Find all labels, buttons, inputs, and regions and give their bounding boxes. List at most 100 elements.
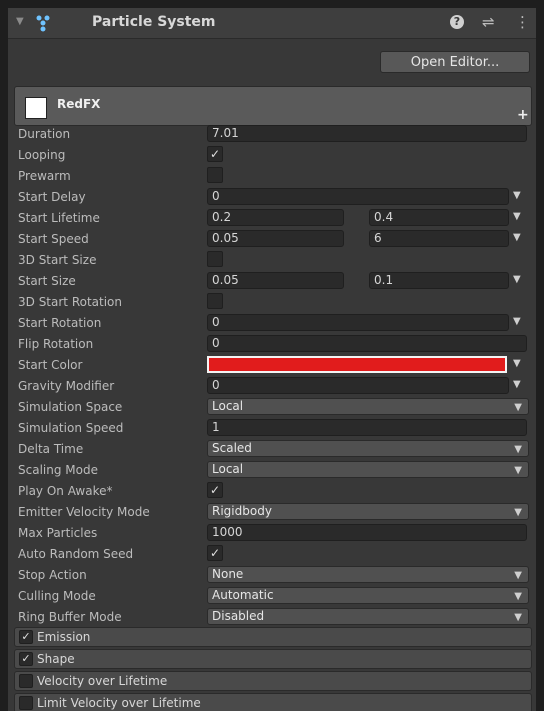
row-looping: Looping ✓ — [8, 145, 536, 165]
row-gravity-modifier: Gravity Modifier 0 ▼ — [8, 376, 536, 396]
row-start-color: Start Color ▼ — [8, 355, 536, 375]
looping-checkbox[interactable]: ✓ — [207, 146, 223, 162]
module-swatch — [25, 97, 47, 119]
3d-start-rotation-checkbox[interactable] — [207, 293, 223, 309]
curve-dropdown-icon[interactable]: ▼ — [513, 190, 521, 201]
start-lifetime-min[interactable]: 0.2 — [207, 209, 344, 226]
start-color-swatch[interactable] — [207, 356, 507, 373]
dropdown-value: None — [212, 567, 244, 581]
start-speed-min[interactable]: 0.05 — [207, 230, 344, 247]
row-scaling-mode: Scaling Mode Local ▼ — [8, 460, 536, 480]
3d-start-size-checkbox[interactable] — [207, 251, 223, 267]
row-max-particles: Max Particles 1000 — [8, 523, 536, 543]
dropdown-value: Scaled — [212, 441, 252, 455]
chevron-down-icon: ▼ — [514, 591, 522, 602]
curve-dropdown-icon[interactable]: ▼ — [513, 379, 521, 390]
label: Prewarm — [18, 169, 71, 183]
chevron-down-icon: ▼ — [514, 402, 522, 413]
module-label: Shape — [37, 652, 75, 666]
row-simulation-space: Simulation Space Local ▼ — [8, 397, 536, 417]
curve-dropdown-icon[interactable]: ▼ — [513, 274, 521, 285]
module-enable-checkbox[interactable]: ✓ — [19, 630, 33, 644]
max-particles-field[interactable]: 1000 — [207, 524, 527, 541]
row-start-delay: Start Delay 0 ▼ — [8, 187, 536, 207]
curve-dropdown-icon[interactable]: ▼ — [513, 211, 521, 222]
particle-system-icon — [36, 15, 50, 32]
curve-dropdown-icon[interactable]: ▼ — [513, 232, 521, 243]
label: Start Lifetime — [18, 211, 100, 225]
row-ring-buffer-mode: Ring Buffer Mode Disabled ▼ — [8, 607, 536, 627]
start-size-max[interactable]: 0.1 — [369, 272, 509, 289]
label: Start Delay — [18, 190, 86, 204]
emitter-velocity-mode-dropdown[interactable]: Rigidbody ▼ — [207, 503, 529, 520]
auto-random-seed-checkbox[interactable]: ✓ — [207, 545, 223, 561]
label: Delta Time — [18, 442, 84, 456]
label: Ring Buffer Mode — [18, 610, 122, 624]
start-delay-field[interactable]: 0 — [207, 188, 509, 205]
row-start-size: Start Size 0.05 0.1 ▼ — [8, 271, 536, 291]
play-on-awake-checkbox[interactable]: ✓ — [207, 482, 223, 498]
row-stop-action: Stop Action None ▼ — [8, 565, 536, 585]
module-enable-checkbox[interactable]: ✓ — [19, 652, 33, 666]
label: 3D Start Size — [18, 253, 97, 267]
main-module-header[interactable]: RedFX + — [14, 86, 532, 126]
open-editor-button[interactable]: Open Editor... — [380, 51, 530, 73]
row-delta-time: Delta Time Scaled ▼ — [8, 439, 536, 459]
dropdown-value: Disabled — [212, 609, 265, 623]
color-mode-dropdown-icon[interactable]: ▼ — [513, 358, 521, 369]
row-play-on-awake: Play On Awake* ✓ — [8, 481, 536, 501]
label: Simulation Speed — [18, 421, 124, 435]
prewarm-checkbox[interactable] — [207, 167, 223, 183]
presets-icon[interactable]: ⇌ — [482, 13, 495, 31]
context-menu-icon[interactable]: ⋮ — [515, 13, 530, 31]
row-prewarm: Prewarm — [8, 166, 536, 186]
inspector-panel: ▼ Particle System ? ⇌ ⋮ Open Editor... R… — [8, 8, 536, 711]
dropdown-value: Rigidbody — [212, 504, 272, 518]
row-start-speed: Start Speed 0.05 6 ▼ — [8, 229, 536, 249]
module-name: RedFX — [57, 97, 101, 111]
stop-action-dropdown[interactable]: None ▼ — [207, 566, 529, 583]
delta-time-dropdown[interactable]: Scaled ▼ — [207, 440, 529, 457]
chevron-down-icon: ▼ — [514, 465, 522, 476]
label: 3D Start Rotation — [18, 295, 123, 309]
component-header[interactable]: ▼ Particle System ? ⇌ ⋮ — [8, 8, 536, 39]
culling-mode-dropdown[interactable]: Automatic ▼ — [207, 587, 529, 604]
label: Emitter Velocity Mode — [18, 505, 150, 519]
label: Looping — [18, 148, 66, 162]
row-auto-random-seed: Auto Random Seed ✓ — [8, 544, 536, 564]
module-emission[interactable]: ✓ Emission — [14, 627, 532, 647]
label: Flip Rotation — [18, 337, 94, 351]
row-duration: Duration 7.01 — [8, 124, 536, 144]
label: Stop Action — [18, 568, 87, 582]
module-limit-velocity-over-lifetime[interactable]: Limit Velocity over Lifetime — [14, 693, 532, 711]
dropdown-value: Automatic — [212, 588, 274, 602]
simulation-speed-field[interactable]: 1 — [207, 419, 527, 436]
start-rotation-field[interactable]: 0 — [207, 314, 509, 331]
dropdown-value: Local — [212, 462, 244, 476]
row-simulation-speed: Simulation Speed 1 — [8, 418, 536, 438]
label: Max Particles — [18, 526, 98, 540]
gravity-modifier-field[interactable]: 0 — [207, 377, 509, 394]
scaling-mode-dropdown[interactable]: Local ▼ — [207, 461, 529, 478]
label: Duration — [18, 127, 71, 141]
label: Start Speed — [18, 232, 89, 246]
row-3d-start-rotation: 3D Start Rotation — [8, 292, 536, 312]
label: Auto Random Seed — [18, 547, 134, 561]
row-start-rotation: Start Rotation 0 ▼ — [8, 313, 536, 333]
module-velocity-over-lifetime[interactable]: Velocity over Lifetime — [14, 671, 532, 691]
start-lifetime-max[interactable]: 0.4 — [369, 209, 509, 226]
module-enable-checkbox[interactable] — [19, 696, 33, 710]
help-icon[interactable]: ? — [450, 15, 464, 29]
duration-field[interactable]: 7.01 — [207, 125, 527, 142]
foldout-arrow-icon[interactable]: ▼ — [16, 16, 24, 27]
start-speed-max[interactable]: 6 — [369, 230, 509, 247]
start-size-min[interactable]: 0.05 — [207, 272, 344, 289]
flip-rotation-field[interactable]: 0 — [207, 335, 527, 352]
add-module-icon[interactable]: + — [517, 107, 529, 123]
module-enable-checkbox[interactable] — [19, 674, 33, 688]
curve-dropdown-icon[interactable]: ▼ — [513, 316, 521, 327]
module-shape[interactable]: ✓ Shape — [14, 649, 532, 669]
ring-buffer-mode-dropdown[interactable]: Disabled ▼ — [207, 608, 529, 625]
chevron-down-icon: ▼ — [514, 507, 522, 518]
simulation-space-dropdown[interactable]: Local ▼ — [207, 398, 529, 415]
